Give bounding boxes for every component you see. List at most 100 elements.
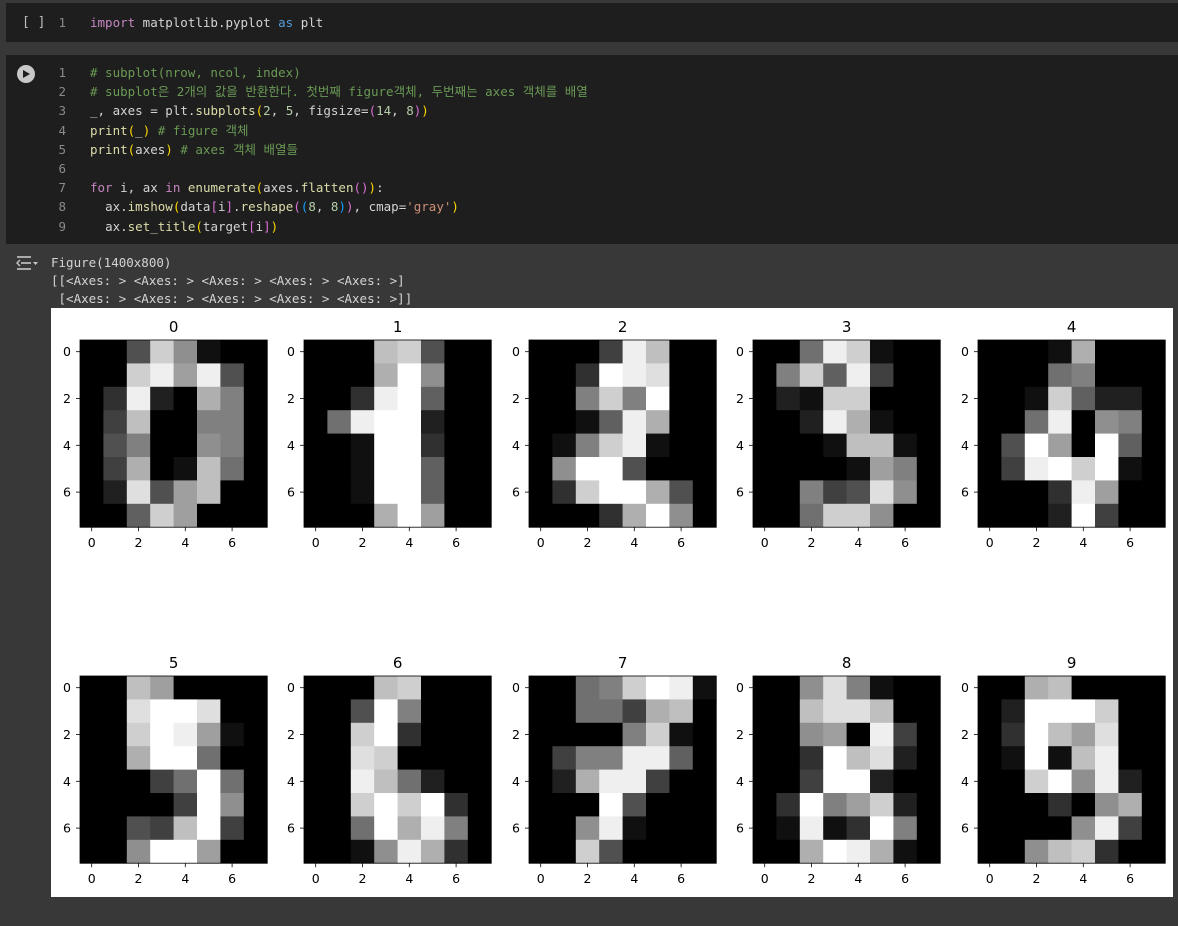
image-pixel [622,503,647,528]
image-pixel [823,363,847,388]
cell-run-indicator[interactable]: [ ] [22,15,45,30]
code-line: _, axes = plt.subplots(2, 5, figsize=(14… [90,103,429,119]
image-pixel [150,676,174,700]
image-pixel [197,816,221,841]
image-pixel [126,386,151,411]
image-pixel [350,816,375,841]
line-number: 5 [58,141,66,157]
image-pixel [397,816,422,841]
image-pixel [552,746,577,770]
code-line: # subplot은 2개의 값을 반환한다. 첫번째 figure객체, 두번… [90,84,588,100]
image-pixel [1048,839,1072,864]
y-tick-label: 4 [512,438,520,453]
image-pixel [350,746,375,770]
y-tick-label: 2 [512,727,520,742]
image-pixel [1001,340,1026,364]
image-pixel [776,340,801,364]
image-pixel [846,676,871,700]
code-cell-subplots[interactable]: 1 # subplot(nrow, ncol, index) 2 # subplot은… [6,55,1178,244]
image-pixel [823,699,847,724]
y-tick-label: 4 [287,438,295,453]
image-pixel [1071,340,1096,364]
image-pixel [1001,839,1026,864]
code-cell-import[interactable]: [ ] 1 import matplotlib.pyplot as plt [6,3,1178,42]
subplot-title: 4 [1067,318,1077,336]
image-pixel [529,699,553,724]
image-pixel [846,793,871,817]
x-tick-label: 4 [854,535,862,550]
image-pixel [669,503,694,528]
image-pixel [197,386,221,411]
image-pixel [1141,363,1166,388]
image-pixel [622,340,647,364]
image-pixel [1095,839,1119,864]
y-tick-label: 6 [512,821,520,836]
x-tick-label: 2 [584,871,592,886]
y-tick-label: 4 [63,438,71,453]
module-alias: plt [293,15,324,30]
image-pixel [397,457,422,481]
image-pixel [444,746,469,770]
image-pixel [599,386,623,411]
image-pixel [304,340,328,364]
image-pixel [846,699,871,724]
image-pixel [1071,457,1096,481]
image-pixel [220,676,245,700]
image-pixel [776,746,801,770]
image-pixel [753,457,777,481]
image-pixel [1071,793,1096,817]
image-pixel [374,676,398,700]
image-pixel [444,480,469,505]
image-pixel [150,457,174,481]
image-pixel [421,340,445,364]
image-pixel [150,722,174,747]
image-pixel [529,722,553,747]
output-toggle-icon[interactable] [16,254,38,272]
y-tick-label: 6 [287,485,295,500]
image-pixel [444,386,469,411]
image-pixel [646,793,670,817]
image-pixel [1141,793,1166,817]
image-pixel [444,793,469,817]
image-pixel [776,699,801,724]
image-pixel [220,722,245,747]
image-pixel [978,769,1002,794]
image-pixel [870,503,894,528]
image-pixel [846,363,871,388]
image-pixel [916,433,941,458]
image-pixel [575,722,600,747]
image-pixel [150,340,174,364]
image-pixel [243,816,268,841]
image-pixel [327,457,352,481]
run-cell-button[interactable] [17,65,35,83]
image-pixel [421,793,445,817]
y-tick-label: 2 [736,391,744,406]
image-pixel [220,699,245,724]
image-pixel [1001,363,1026,388]
x-tick-label: 0 [537,535,545,550]
image-pixel [978,746,1002,770]
image-pixel [197,746,221,770]
image-pixel [893,699,918,724]
image-pixel [150,503,174,528]
image-pixel [893,410,918,434]
image-pixel [197,722,221,747]
image-pixel [776,676,801,700]
image-pixel [1095,793,1119,817]
image-pixel [327,503,352,528]
image-pixel [80,839,104,864]
image-pixel [220,386,245,411]
image-pixel [467,386,492,411]
image-pixel [916,457,941,481]
subplot-3: 3 0 0 2 2 4 4 6 6 [736,318,941,550]
image-pixel [1024,457,1049,481]
image-pixel [1141,480,1166,505]
image-pixel [150,410,174,434]
image-pixel [823,503,847,528]
image-pixel [870,480,894,505]
image-pixel [80,386,104,411]
image-pixel [599,433,623,458]
x-tick-label: 2 [1033,535,1041,550]
image-pixel [1001,433,1026,458]
image-pixel [575,503,600,528]
